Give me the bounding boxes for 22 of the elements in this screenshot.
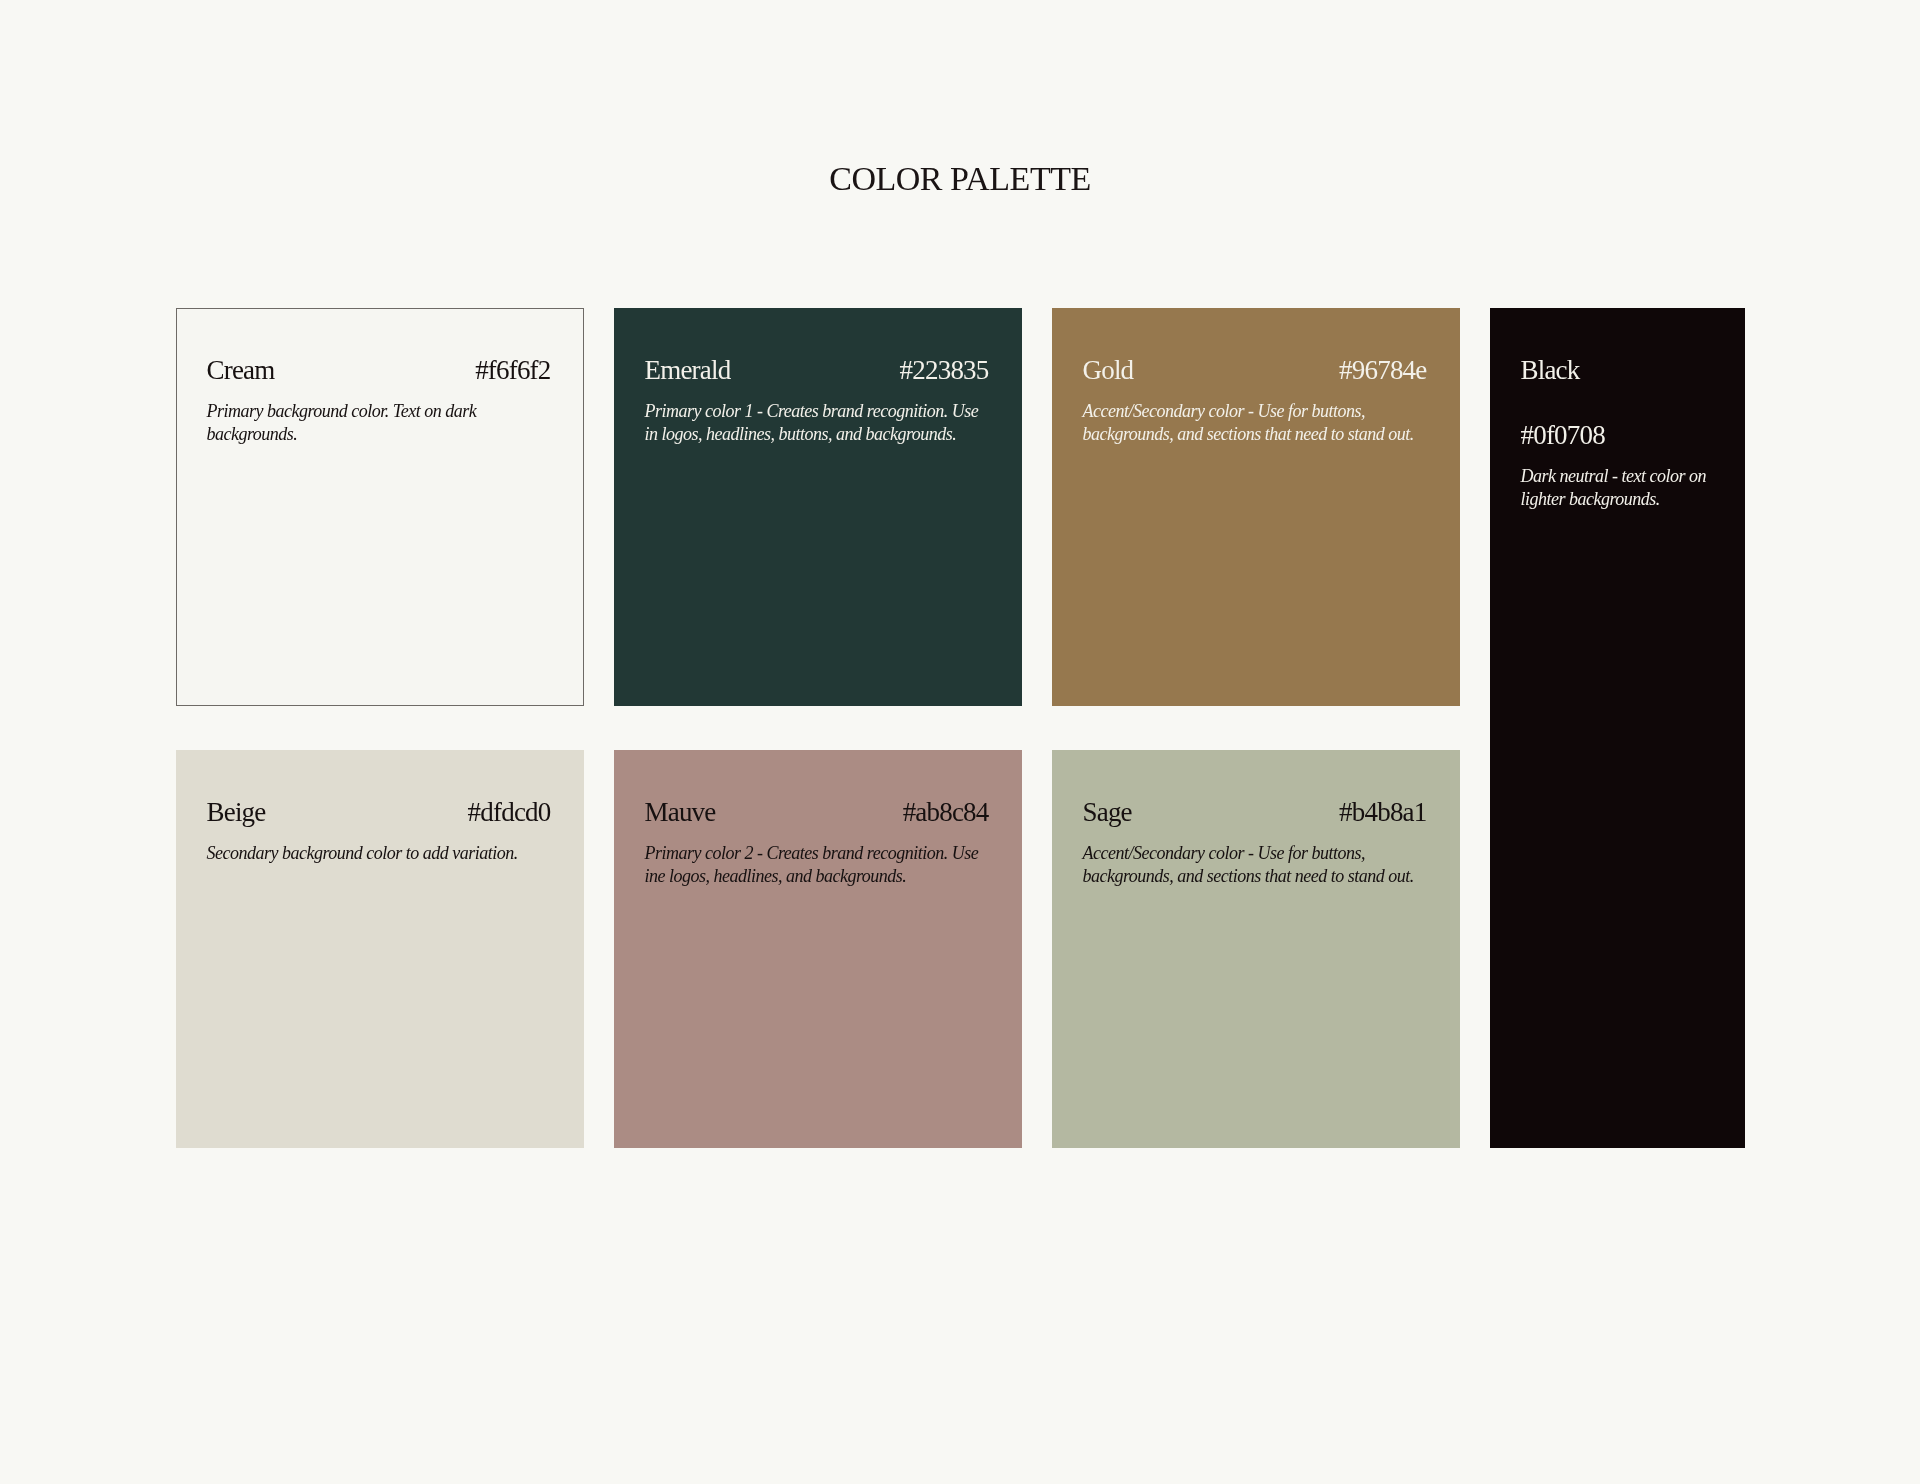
hex-code: #96784e (1339, 355, 1427, 386)
hex-code: #ab8c84 (902, 797, 989, 828)
color-name: Mauve (644, 797, 716, 828)
color-name: Gold (1082, 355, 1134, 386)
color-description: Primary color 2 - Creates brand recognition. Use ine logos, headlines, and backgrounds. (644, 842, 980, 888)
color-description: Accent/Secondary color - Use for buttons, backgrounds, and sections that need to stand out. (1082, 842, 1415, 888)
color-description: Primary color 1 - Creates brand recognition. Use in logos, headlines, buttons, and backgrounds. (644, 400, 980, 446)
color-name: Black (1520, 355, 1580, 386)
color-description: Dark neutral - text color on lighter backgrounds. (1520, 465, 1707, 511)
hex-code: #223835 (899, 355, 989, 386)
color-description: Accent/Secondary color - Use for buttons, backgrounds, and sections that need to stand out. (1082, 400, 1415, 446)
color-name: Cream (206, 355, 275, 386)
hex-code: #dfdcd0 (467, 797, 551, 828)
color-description: Secondary background color to add variation. (206, 842, 519, 865)
color-name: Beige (206, 797, 266, 828)
page-title: COLOR PALETTE (829, 160, 1091, 198)
hex-code: #b4b8a1 (1339, 797, 1427, 828)
color-name: Emerald (644, 355, 731, 386)
hex-code: #f6f6f2 (475, 355, 551, 386)
color-name: Sage (1082, 797, 1132, 828)
hex-code: #0f0708 (1520, 420, 1605, 451)
color-description: Primary background color. Text on dark backgrounds. (206, 400, 478, 446)
